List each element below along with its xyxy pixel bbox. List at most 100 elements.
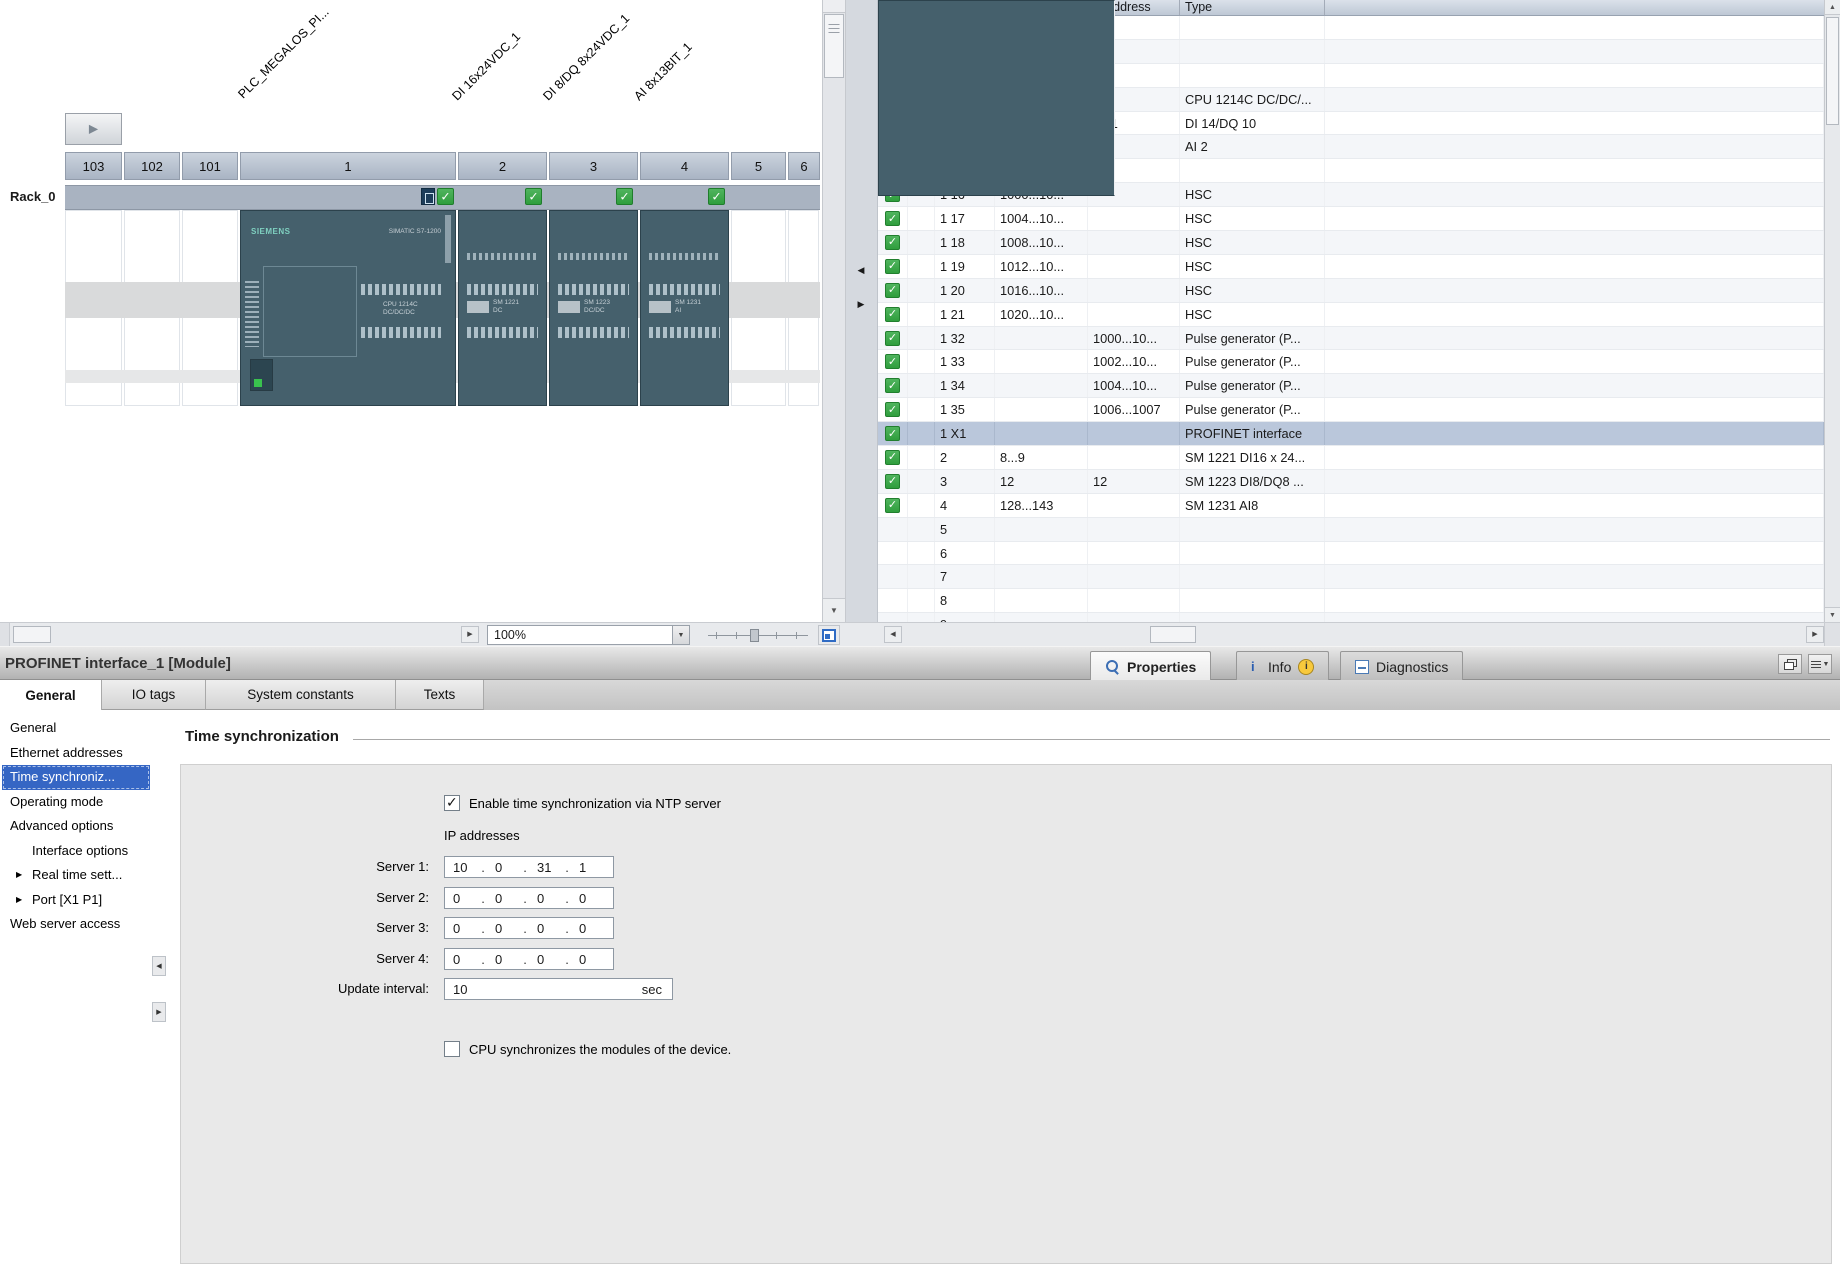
type-column-header[interactable]: Type	[1180, 0, 1325, 15]
module-cpu[interactable]: SIEMENS SIMATIC S7-1200 CPU 1214C DC/DC/…	[240, 210, 456, 406]
nav-item[interactable]: Port [X1 P1]	[2, 888, 150, 913]
table-row[interactable]: 8	[878, 589, 1824, 613]
scroll-down-button[interactable]	[1825, 607, 1840, 622]
table-row[interactable]: PROFINET interface_11 X1PROFINET interfa…	[878, 422, 1824, 446]
table-row[interactable]: HSC_61 211020...10...HSC	[878, 303, 1824, 327]
ntp-checkbox[interactable]	[444, 795, 460, 811]
table-row[interactable]: Pulse_11 321000...10...Pulse generator (…	[878, 327, 1824, 351]
ip-octet[interactable]: 0	[529, 921, 563, 936]
slot-header-cell[interactable]: 1	[240, 152, 456, 180]
nav-item[interactable]: Time synchroniz...	[2, 765, 150, 790]
table-row[interactable]: 7	[878, 565, 1824, 589]
h-scroll-thumb[interactable]	[13, 626, 51, 643]
table-row[interactable]: 6	[878, 542, 1824, 566]
table-row[interactable]: HSC_31 181008...10...HSC	[878, 231, 1824, 255]
slot-header-cell[interactable]: 101	[182, 152, 238, 180]
ip-octet[interactable]: 0	[487, 891, 521, 906]
overview-vertical-scrollbar[interactable]	[1824, 0, 1840, 622]
slot-header-cell[interactable]: 2	[458, 152, 547, 180]
ip-octet[interactable]: 0	[571, 921, 605, 936]
nav-item[interactable]: Real time sett...	[2, 863, 150, 888]
nav-item[interactable]: Web server access	[2, 912, 150, 937]
nav-splitter-expand-button[interactable]	[152, 1002, 166, 1022]
table-row[interactable]: DI 8/DQ 8x24VDC_131212SM 1223 DI8/DQ8 ..…	[878, 470, 1824, 494]
slot-header-cell[interactable]: 4	[640, 152, 729, 180]
table-h-scroll-thumb[interactable]	[1150, 626, 1196, 643]
server-ip-field[interactable]: 0000	[444, 948, 614, 970]
table-row[interactable]: 9	[878, 613, 1824, 622]
ip-octet[interactable]: 0	[529, 891, 563, 906]
ip-octet[interactable]: 0	[487, 921, 521, 936]
slot-cell: 1 20	[935, 279, 995, 302]
scroll-up-button[interactable]	[1825, 0, 1840, 15]
table-row[interactable]: Pulse_31 341004...10...Pulse generator (…	[878, 374, 1824, 398]
ip-octet[interactable]: 0	[445, 952, 479, 967]
type-cell: AI 2	[1180, 135, 1325, 158]
restore-pane-button[interactable]	[1778, 654, 1802, 674]
table-row[interactable]: Pulse_41 351006...1007Pulse generator (P…	[878, 398, 1824, 422]
slot-header-cell[interactable]: 3	[549, 152, 638, 180]
slot-header-cell[interactable]: 5	[731, 152, 786, 180]
table-h-scroll-right-button[interactable]	[1806, 626, 1824, 643]
slot-header-cell[interactable]: 103	[65, 152, 122, 180]
nav-splitter-collapse-button[interactable]	[152, 956, 166, 976]
module-sm[interactable]: SM 1221DC	[458, 210, 547, 406]
update-interval-field[interactable]: 10 sec	[444, 978, 673, 1000]
ip-octet[interactable]: 0	[529, 952, 563, 967]
scroll-up-button[interactable]	[823, 0, 845, 13]
server-ip-field[interactable]: 0000	[444, 917, 614, 939]
table-row[interactable]: AI 8x13BIT_14128...143SM 1231 AI8	[878, 494, 1824, 518]
scroll-down-button[interactable]	[823, 598, 845, 622]
nav-item[interactable]: Ethernet addresses	[2, 741, 150, 766]
slot-nav-button[interactable]	[65, 113, 122, 145]
cpu-sync-checkbox[interactable]	[444, 1041, 460, 1057]
tab-texts[interactable]: Texts	[396, 680, 484, 710]
table-row[interactable]: HSC_51 201016...10...HSC	[878, 279, 1824, 303]
slot-header-cell[interactable]: 102	[124, 152, 180, 180]
scroll-thumb[interactable]	[1826, 17, 1839, 125]
table-row[interactable]: HSC_41 191012...10...HSC	[878, 255, 1824, 279]
zoom-select[interactable]: 100%	[487, 625, 690, 645]
ip-octet[interactable]: 31	[529, 860, 563, 875]
chevron-right-icon[interactable]	[16, 888, 22, 913]
chevron-right-icon[interactable]	[16, 863, 22, 888]
table-h-scroll-left-button[interactable]	[884, 626, 902, 643]
ip-octet[interactable]: 10	[445, 860, 479, 875]
device-view-vertical-scrollbar[interactable]	[822, 0, 846, 622]
zoom-slider[interactable]	[708, 625, 808, 645]
table-row[interactable]: DI 16x24VDC_128...9SM 1221 DI16 x 24...	[878, 446, 1824, 470]
module-sm[interactable]: SM 1223DC/DC	[549, 210, 638, 406]
ip-octet[interactable]: 1	[571, 860, 605, 875]
ip-octet[interactable]: 0	[445, 921, 479, 936]
nav-item[interactable]: Interface options	[2, 839, 150, 864]
nav-item[interactable]: Operating mode	[2, 790, 150, 815]
server-ip-field[interactable]: 10 0 31 1	[444, 856, 614, 878]
tab-diagnostics[interactable]: Diagnostics	[1340, 651, 1463, 681]
chevron-down-icon[interactable]	[672, 626, 689, 644]
expand-right-button[interactable]	[853, 296, 869, 312]
ip-octet[interactable]: 0	[571, 891, 605, 906]
pane-menu-button[interactable]	[1808, 654, 1832, 674]
table-row[interactable]: HSC_21 171004...10...HSC	[878, 207, 1824, 231]
tab-general[interactable]: General	[0, 680, 102, 710]
h-scroll-right-button[interactable]	[461, 626, 479, 643]
splitter-grip-icon[interactable]	[829, 24, 840, 33]
server-ip-field[interactable]: 0000	[444, 887, 614, 909]
fit-to-view-button[interactable]	[818, 625, 840, 645]
module-sm[interactable]: SM 1231AI	[640, 210, 729, 406]
tab-info[interactable]: Info i	[1236, 651, 1329, 681]
ip-octet[interactable]: 0	[487, 860, 521, 875]
table-row[interactable]: Pulse_21 331002...10...Pulse generator (…	[878, 350, 1824, 374]
slider-knob[interactable]	[750, 629, 759, 642]
slot-header-cell[interactable]: 6	[788, 152, 820, 180]
nav-item[interactable]: General	[2, 716, 150, 741]
table-row[interactable]: 5	[878, 518, 1824, 542]
tab-properties[interactable]: Properties	[1090, 651, 1211, 681]
collapse-left-button[interactable]	[853, 262, 869, 278]
ip-octet[interactable]: 0	[445, 891, 479, 906]
tab-io-tags[interactable]: IO tags	[102, 680, 206, 710]
nav-item[interactable]: Advanced options	[2, 814, 150, 839]
tab-system-constants[interactable]: System constants	[206, 680, 396, 710]
ip-octet[interactable]: 0	[487, 952, 521, 967]
ip-octet[interactable]: 0	[571, 952, 605, 967]
